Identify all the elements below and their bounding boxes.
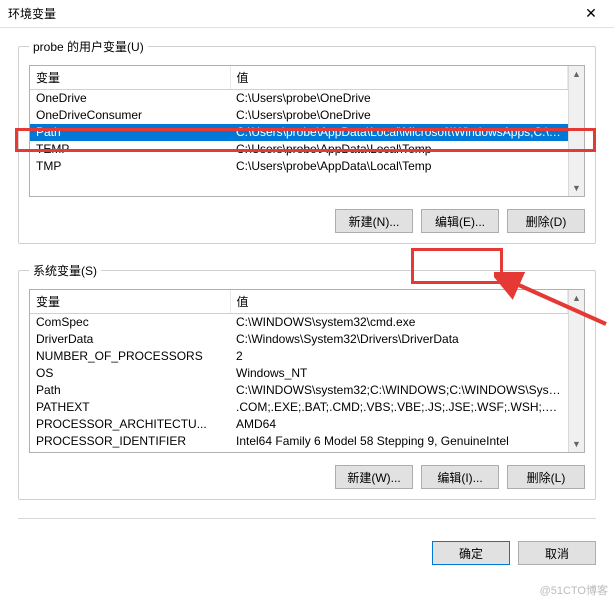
table-row[interactable]: PROCESSOR_ARCHITECTU...AMD64	[30, 416, 568, 433]
cell-var: DriverData	[30, 331, 230, 348]
user-new-button[interactable]: 新建(N)...	[335, 209, 413, 233]
user-vars-legend: probe 的用户变量(U)	[29, 38, 148, 55]
cell-var: NUMBER_OF_PROCESSORS	[30, 348, 230, 365]
table-row[interactable]: OneDriveC:\Users\probe\OneDrive	[30, 90, 568, 107]
table-row[interactable]: PATHEXT.COM;.EXE;.BAT;.CMD;.VBS;.VBE;.JS…	[30, 399, 568, 416]
cell-val: C:\WINDOWS\system32;C:\WINDOWS;C:\WINDOW…	[230, 382, 568, 399]
cell-val: C:\Windows\System32\Drivers\DriverData	[230, 331, 568, 348]
sys-vars-group: 系统变量(S) 变量 值 ComSpecC:\WINDOWS\system32\…	[18, 262, 596, 500]
close-icon[interactable]: ✕	[576, 4, 606, 24]
titlebar: 环境变量 ✕	[0, 0, 614, 28]
cell-var: TEMP	[30, 141, 230, 158]
sys-vars-legend: 系统变量(S)	[29, 262, 101, 279]
user-vars-buttons: 新建(N)... 编辑(E)... 删除(D)	[29, 209, 585, 233]
cell-var: OneDrive	[30, 90, 230, 107]
cell-val: C:\Users\probe\OneDrive	[230, 107, 568, 124]
cell-var: ComSpec	[30, 314, 230, 331]
cell-val: AMD64	[230, 416, 568, 433]
user-vars-table[interactable]: 变量 值 OneDriveC:\Users\probe\OneDriveOneD…	[30, 66, 568, 175]
user-edit-button[interactable]: 编辑(E)...	[421, 209, 499, 233]
cancel-button[interactable]: 取消	[518, 541, 596, 565]
table-row[interactable]: TMPC:\Users\probe\AppData\Local\Temp	[30, 158, 568, 175]
table-row[interactable]: PathC:\WINDOWS\system32;C:\WINDOWS;C:\WI…	[30, 382, 568, 399]
cell-var: Path	[30, 382, 230, 399]
cell-val: .COM;.EXE;.BAT;.CMD;.VBS;.VBE;.JS;.JSE;.…	[230, 399, 568, 416]
cell-val: Windows_NT	[230, 365, 568, 382]
cell-val: C:\Users\probe\AppData\Local\Microsoft\W…	[230, 124, 568, 141]
scroll-down-icon[interactable]: ▼	[569, 180, 584, 196]
dialog-content: probe 的用户变量(U) 变量 值 OneDriveC:\Users\pro…	[0, 28, 614, 541]
table-row[interactable]: ComSpecC:\WINDOWS\system32\cmd.exe	[30, 314, 568, 331]
cell-var: OS	[30, 365, 230, 382]
table-row[interactable]: OneDriveConsumerC:\Users\probe\OneDrive	[30, 107, 568, 124]
table-row[interactable]: PROCESSOR_IDENTIFIERIntel64 Family 6 Mod…	[30, 433, 568, 450]
cell-var: Path	[30, 124, 230, 141]
col-header-val[interactable]: 值	[230, 290, 568, 314]
sys-delete-button[interactable]: 删除(L)	[507, 465, 585, 489]
cell-var: TMP	[30, 158, 230, 175]
sys-vars-table[interactable]: 变量 值 ComSpecC:\WINDOWS\system32\cmd.exeD…	[30, 290, 568, 450]
separator	[18, 518, 596, 519]
cell-var: PATHEXT	[30, 399, 230, 416]
col-header-var[interactable]: 变量	[30, 290, 230, 314]
col-header-val[interactable]: 值	[230, 66, 568, 90]
table-row[interactable]: OSWindows_NT	[30, 365, 568, 382]
col-header-var[interactable]: 变量	[30, 66, 230, 90]
sys-edit-button[interactable]: 编辑(I)...	[421, 465, 499, 489]
watermark: @51CTO博客	[540, 582, 608, 598]
cell-val: C:\WINDOWS\system32\cmd.exe	[230, 314, 568, 331]
table-row[interactable]: PathC:\Users\probe\AppData\Local\Microso…	[30, 124, 568, 141]
scrollbar[interactable]: ▲ ▼	[568, 290, 584, 452]
cell-val: Intel64 Family 6 Model 58 Stepping 9, Ge…	[230, 433, 568, 450]
cell-val: C:\Users\probe\AppData\Local\Temp	[230, 141, 568, 158]
cell-var: PROCESSOR_IDENTIFIER	[30, 433, 230, 450]
cell-val: C:\Users\probe\OneDrive	[230, 90, 568, 107]
user-vars-group: probe 的用户变量(U) 变量 值 OneDriveC:\Users\pro…	[18, 38, 596, 244]
dialog-buttons: 确定 取消	[0, 541, 614, 577]
cell-var: OneDriveConsumer	[30, 107, 230, 124]
cell-var: PROCESSOR_ARCHITECTU...	[30, 416, 230, 433]
table-row[interactable]: NUMBER_OF_PROCESSORS2	[30, 348, 568, 365]
scroll-up-icon[interactable]: ▲	[569, 66, 584, 82]
user-vars-table-wrap: 变量 值 OneDriveC:\Users\probe\OneDriveOneD…	[29, 65, 585, 197]
user-delete-button[interactable]: 删除(D)	[507, 209, 585, 233]
table-row[interactable]: TEMPC:\Users\probe\AppData\Local\Temp	[30, 141, 568, 158]
scroll-up-icon[interactable]: ▲	[569, 290, 584, 306]
scrollbar[interactable]: ▲ ▼	[568, 66, 584, 196]
cell-val: C:\Users\probe\AppData\Local\Temp	[230, 158, 568, 175]
sys-vars-table-wrap: 变量 值 ComSpecC:\WINDOWS\system32\cmd.exeD…	[29, 289, 585, 453]
scroll-down-icon[interactable]: ▼	[569, 436, 584, 452]
cell-val: 2	[230, 348, 568, 365]
sys-vars-buttons: 新建(W)... 编辑(I)... 删除(L)	[29, 465, 585, 489]
table-row[interactable]: DriverDataC:\Windows\System32\Drivers\Dr…	[30, 331, 568, 348]
sys-new-button[interactable]: 新建(W)...	[335, 465, 413, 489]
ok-button[interactable]: 确定	[432, 541, 510, 565]
window-title: 环境变量	[8, 5, 56, 22]
